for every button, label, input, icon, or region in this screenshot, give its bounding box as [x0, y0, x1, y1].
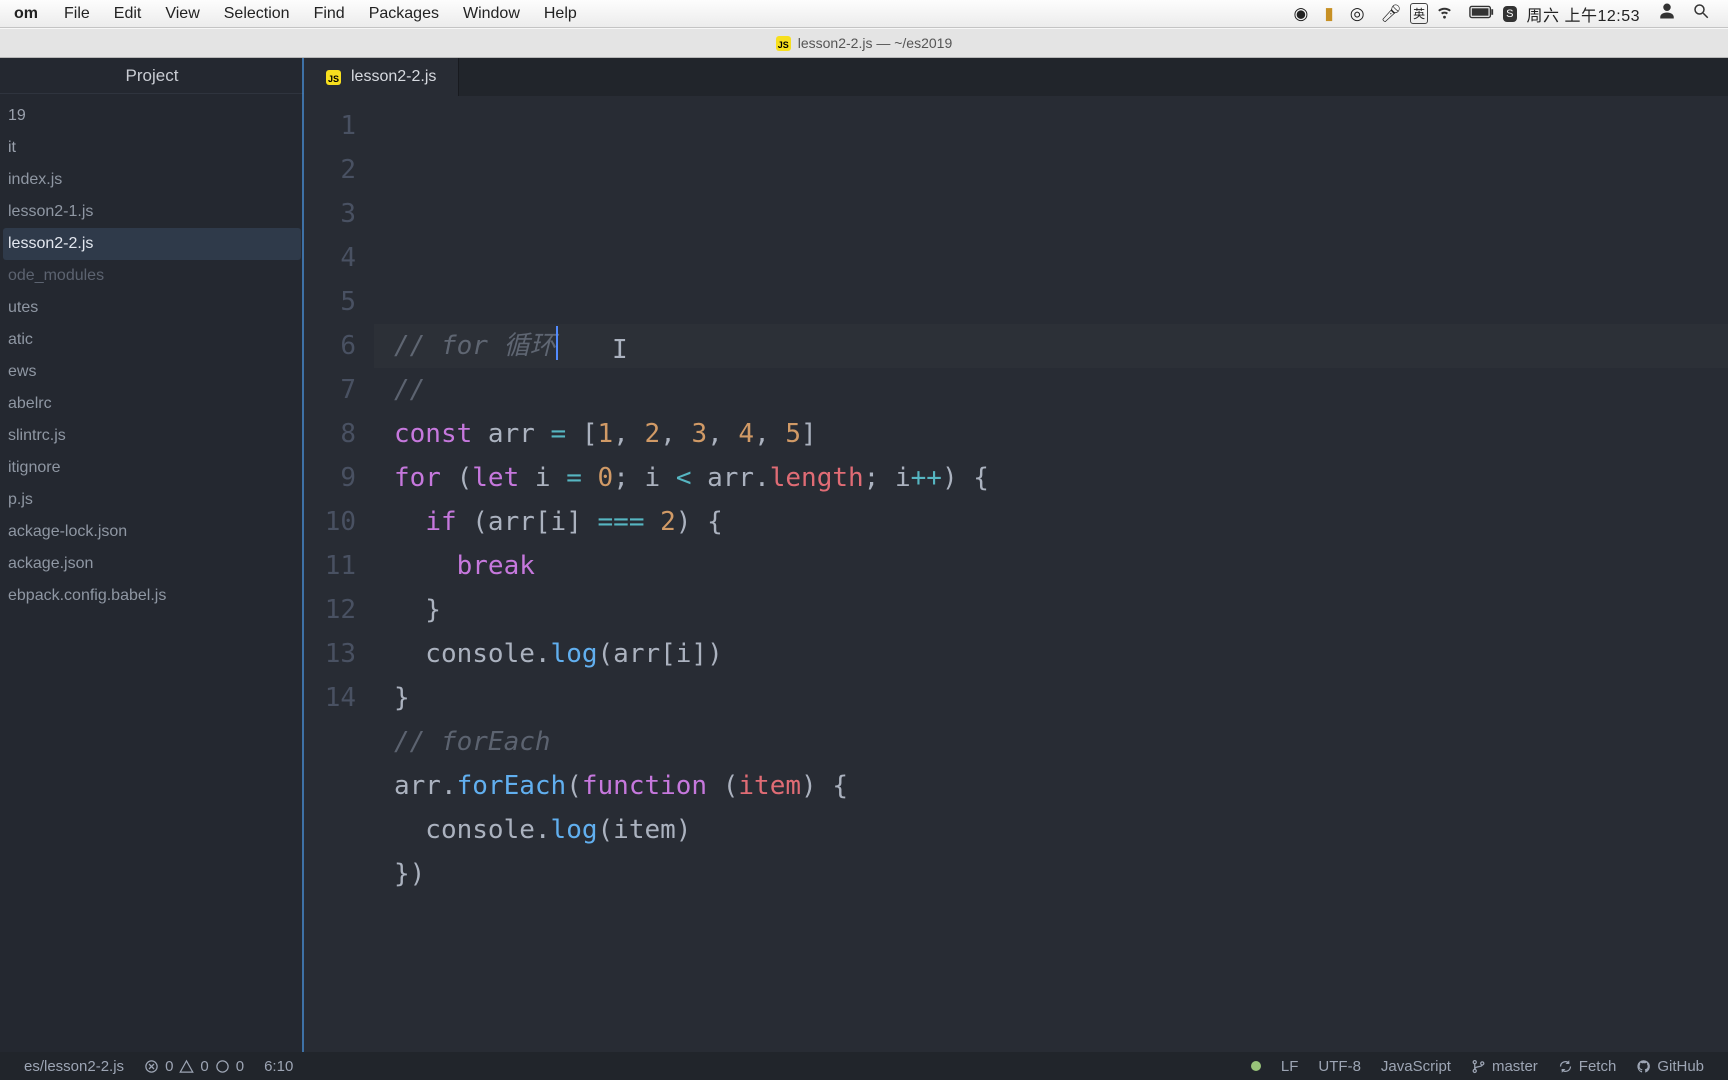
- status-bar: es/lesson2-2.js 0 0 0 6:10 LF UTF-8 Java…: [0, 1052, 1728, 1080]
- window-title: lesson2-2.js — ~/es2019: [798, 35, 952, 51]
- error-icon: [144, 1059, 159, 1074]
- status-encoding[interactable]: UTF-8: [1308, 1058, 1371, 1075]
- github-icon: [1636, 1059, 1651, 1074]
- battery-icon[interactable]: [1461, 4, 1503, 24]
- tab-lesson2-2[interactable]: JS lesson2-2.js: [304, 58, 459, 96]
- microphone-icon[interactable]: 🎤︎: [1373, 4, 1411, 24]
- code-line[interactable]: }): [394, 852, 1728, 896]
- tab-bar: JS lesson2-2.js: [304, 58, 1728, 96]
- code-line[interactable]: if (arr[i] === 2) {: [394, 500, 1728, 544]
- code-line[interactable]: [394, 896, 1728, 940]
- macos-menubar: om File Edit View Selection Find Package…: [0, 0, 1728, 28]
- status-cursor[interactable]: 6:10: [254, 1058, 303, 1075]
- editor-pane: JS lesson2-2.js 1234567891011121314 I //…: [304, 58, 1728, 1052]
- circle-icon[interactable]: ◎: [1342, 4, 1373, 24]
- line-gutter: 1234567891011121314: [304, 96, 374, 1052]
- tree-file[interactable]: p.js: [0, 484, 304, 516]
- code-line[interactable]: for (let i = 0; i < arr.length; i++) {: [394, 456, 1728, 500]
- tree-file[interactable]: abelrc: [0, 388, 304, 420]
- menubar-clock[interactable]: 周六 上午12:53: [1517, 2, 1651, 26]
- shield-icon[interactable]: ▮: [1316, 4, 1341, 24]
- ibeam-icon: I: [612, 328, 628, 372]
- info-icon: [215, 1059, 230, 1074]
- sync-icon: [1558, 1059, 1573, 1074]
- tree-file[interactable]: slintrc.js: [0, 420, 304, 452]
- status-branch[interactable]: master: [1461, 1058, 1548, 1075]
- file-tree[interactable]: 19 it index.jslesson2-1.jslesson2-2.jsod…: [0, 94, 304, 1052]
- code-text[interactable]: I // for 循环//const arr = [1, 2, 3, 4, 5]…: [374, 96, 1728, 1052]
- tree-file[interactable]: lesson2-2.js: [3, 228, 301, 260]
- tree-file[interactable]: ackage-lock.json: [0, 516, 304, 548]
- status-diagnostics[interactable]: 0 0 0: [134, 1058, 254, 1075]
- sidebar-title: Project: [0, 58, 304, 94]
- git-branch-icon: [1471, 1059, 1486, 1074]
- active-line-highlight: [374, 324, 1728, 368]
- code-line[interactable]: const arr = [1, 2, 3, 4, 5]: [394, 412, 1728, 456]
- code-area[interactable]: 1234567891011121314 I // for 循环//const a…: [304, 96, 1728, 1052]
- tab-label: lesson2-2.js: [351, 68, 436, 86]
- unsaved-dot-icon: [1251, 1061, 1261, 1071]
- tree-file[interactable]: itignore: [0, 452, 304, 484]
- code-line[interactable]: }: [394, 676, 1728, 720]
- warning-icon: [179, 1059, 194, 1074]
- user-icon[interactable]: [1650, 2, 1684, 25]
- menu-view[interactable]: View: [153, 5, 211, 23]
- ime-icon[interactable]: 英: [1410, 3, 1428, 24]
- tree-file[interactable]: utes: [0, 292, 304, 324]
- menu-help[interactable]: Help: [532, 5, 589, 23]
- code-line[interactable]: arr.forEach(function (item) {: [394, 764, 1728, 808]
- code-line[interactable]: console.log(item): [394, 808, 1728, 852]
- code-line[interactable]: console.log(arr[i]): [394, 632, 1728, 676]
- tree-root[interactable]: 19: [0, 100, 304, 132]
- status-eol[interactable]: LF: [1271, 1058, 1309, 1075]
- tree-file[interactable]: ackage.json: [0, 548, 304, 580]
- record-icon[interactable]: ◉: [1286, 4, 1317, 24]
- status-github[interactable]: GitHub: [1626, 1058, 1714, 1075]
- tree-file[interactable]: index.js: [0, 164, 304, 196]
- menu-file[interactable]: File: [52, 5, 102, 23]
- code-line[interactable]: //: [394, 368, 1728, 412]
- code-line[interactable]: }: [394, 588, 1728, 632]
- menu-packages[interactable]: Packages: [357, 5, 451, 23]
- tree-file[interactable]: ebpack.config.babel.js: [0, 580, 304, 612]
- js-file-icon: JS: [776, 36, 791, 51]
- menu-edit[interactable]: Edit: [102, 5, 154, 23]
- status-language[interactable]: JavaScript: [1371, 1058, 1461, 1075]
- menuextra-icon[interactable]: S: [1503, 6, 1516, 22]
- window-titlebar: JS lesson2-2.js — ~/es2019: [0, 28, 1728, 58]
- js-file-icon: JS: [326, 70, 341, 85]
- code-line[interactable]: break: [394, 544, 1728, 588]
- status-path[interactable]: es/lesson2-2.js: [14, 1058, 134, 1075]
- code-line[interactable]: // forEach: [394, 720, 1728, 764]
- tree-file[interactable]: atic: [0, 324, 304, 356]
- tree-file[interactable]: lesson2-1.js: [0, 196, 304, 228]
- status-dirty: [1241, 1061, 1271, 1071]
- tree-file[interactable]: ews: [0, 356, 304, 388]
- status-fetch[interactable]: Fetch: [1548, 1058, 1627, 1075]
- tree-folder[interactable]: it: [0, 132, 304, 164]
- app-name[interactable]: om: [0, 5, 52, 23]
- search-icon[interactable]: [1684, 2, 1718, 25]
- menu-window[interactable]: Window: [451, 5, 532, 23]
- project-sidebar: Project 19 it index.jslesson2-1.jslesson…: [0, 58, 304, 1052]
- menu-find[interactable]: Find: [302, 5, 357, 23]
- wifi-icon[interactable]: [1428, 3, 1461, 25]
- text-cursor: [556, 326, 558, 360]
- tree-file[interactable]: ode_modules: [0, 260, 304, 292]
- menu-selection[interactable]: Selection: [212, 5, 302, 23]
